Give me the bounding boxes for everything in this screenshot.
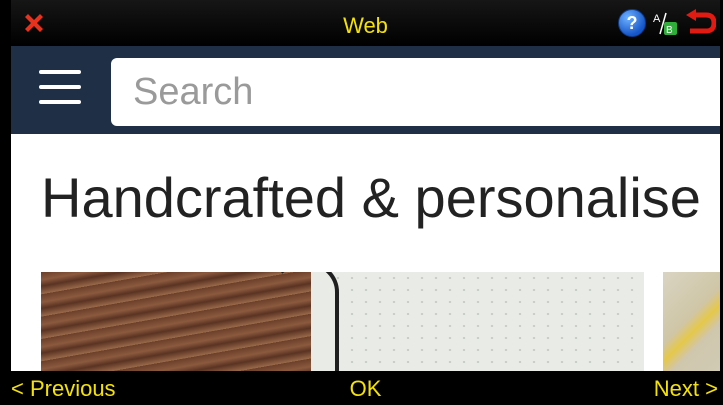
- next-button[interactable]: Next >: [654, 376, 718, 402]
- product-image[interactable]: [41, 272, 644, 382]
- softkey-bar: < Previous OK Next >: [11, 371, 720, 405]
- page-heading: Handcrafted & personalise: [41, 166, 701, 229]
- ok-button[interactable]: OK: [11, 376, 720, 402]
- concrete-texture: [331, 272, 644, 382]
- title-bar: Web ? A B: [11, 0, 720, 46]
- product-image-partial[interactable]: [663, 272, 720, 382]
- site-header: [11, 46, 720, 134]
- search-input[interactable]: [131, 69, 720, 115]
- app-frame: Web ? A B Handcrafted & personalise: [0, 0, 723, 405]
- translate-icon[interactable]: A B: [652, 10, 678, 36]
- help-icon[interactable]: ?: [618, 9, 646, 37]
- hamburger-menu-icon[interactable]: [39, 70, 81, 110]
- svg-text:A: A: [653, 13, 661, 25]
- window-title: Web: [343, 13, 388, 38]
- strap-shape: [271, 272, 339, 382]
- svg-text:B: B: [666, 25, 673, 36]
- title-bar-tools: ? A B: [618, 9, 716, 37]
- search-box[interactable]: [111, 58, 720, 126]
- back-icon[interactable]: [684, 9, 716, 37]
